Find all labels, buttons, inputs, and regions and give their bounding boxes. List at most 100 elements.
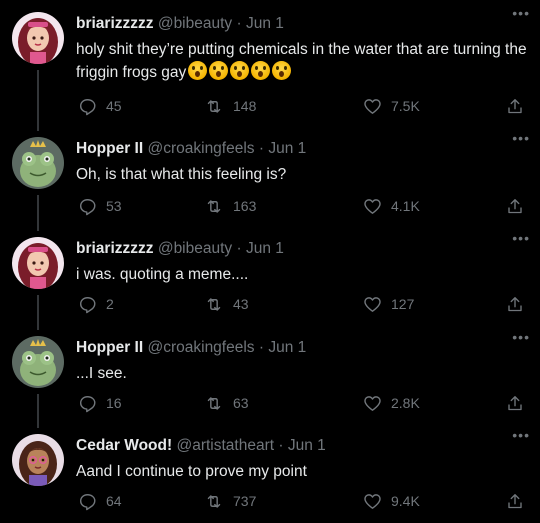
tweet[interactable]: Hopper II @croakingfeels · Jun 1 Oh, is … <box>0 125 540 225</box>
retweet-icon <box>207 100 221 113</box>
display-name[interactable]: Hopper II <box>76 140 143 157</box>
tweet-date[interactable]: Jun 1 <box>268 140 306 157</box>
share-button[interactable] <box>506 292 524 314</box>
more-options-icon[interactable]: ••• <box>512 231 530 245</box>
screaming-face-emoji-icon <box>188 61 208 80</box>
thread-line <box>37 225 39 231</box>
heart-icon <box>364 98 381 114</box>
retweet-button[interactable]: 163 <box>204 194 256 216</box>
display-name[interactable]: briarizzzzz <box>76 15 154 32</box>
frog-prince-avatar[interactable] <box>12 336 64 388</box>
screaming-face-emoji-icon <box>272 61 292 80</box>
share-button[interactable] <box>506 194 524 216</box>
reply-button[interactable]: 64 <box>78 489 122 511</box>
share-icon <box>508 493 522 508</box>
like-button[interactable]: 4.1K <box>363 194 420 216</box>
reply-button[interactable]: 16 <box>78 391 122 413</box>
separator: · <box>236 15 242 32</box>
like-button[interactable]: 2.8K <box>363 391 420 413</box>
screaming-face-emoji-icon <box>230 61 250 80</box>
like-button[interactable]: 127 <box>363 292 414 314</box>
like-button[interactable]: 9.4K <box>363 489 420 511</box>
heart-icon <box>364 296 381 312</box>
retweet-count: 148 <box>233 98 257 115</box>
share-button[interactable] <box>506 489 524 511</box>
tweet-content: briarizzzzz @bibeauty · Jun 1 i was. quo… <box>76 237 528 286</box>
tweet-text: Aand I continue to prove my point <box>76 463 307 480</box>
reply-button[interactable]: 45 <box>78 94 122 116</box>
share-icon <box>508 296 522 311</box>
tweet-text: Oh, is that what this feeling is? <box>76 166 287 183</box>
tweet[interactable]: Cedar Wood! @artistatheart · Jun 1 Aand … <box>0 422 540 523</box>
tweet-date[interactable]: Jun 1 <box>246 15 284 32</box>
display-name[interactable]: briarizzzzz <box>76 240 154 257</box>
reply-count: 64 <box>106 493 122 510</box>
retweet-count: 163 <box>233 198 257 215</box>
tweet[interactable]: briarizzzzz @bibeauty · Jun 1 holy shit … <box>0 0 540 125</box>
more-options-icon[interactable]: ••• <box>512 428 530 442</box>
briar-avatar[interactable] <box>12 12 64 64</box>
user-handle[interactable]: @croakingfeels <box>147 140 254 157</box>
display-name[interactable]: Cedar Wood! <box>76 437 172 454</box>
thread-line <box>37 422 39 428</box>
thread-line <box>37 195 39 225</box>
retweet-icon <box>207 298 221 311</box>
separator: · <box>258 140 265 157</box>
tweet-text: holy shit they’re putting chemicals in t… <box>76 39 528 84</box>
reply-count: 2 <box>106 296 114 313</box>
separator: · <box>278 437 284 454</box>
screaming-face-emoji-icon <box>209 61 229 80</box>
display-name[interactable]: Hopper II <box>76 339 143 356</box>
user-handle[interactable]: @croakingfeels <box>147 339 254 356</box>
tweet-header: briarizzzzz @bibeauty · Jun 1 <box>76 237 528 261</box>
tweet-content: Hopper II @croakingfeels · Jun 1 ...I se… <box>76 336 528 385</box>
reply-button[interactable]: 53 <box>78 194 122 216</box>
thread-line <box>37 125 39 131</box>
tweet[interactable]: Hopper II @croakingfeels · Jun 1 ...I se… <box>0 324 540 422</box>
frog-prince-avatar[interactable] <box>12 137 64 189</box>
retweet-button[interactable]: 63 <box>204 391 249 413</box>
share-icon <box>508 198 522 213</box>
tweet-actions: 64 737 9.4K <box>76 489 524 511</box>
tweet-actions: 53 163 4.1K <box>76 194 524 216</box>
user-handle[interactable]: @bibeauty <box>158 15 232 32</box>
heart-icon <box>364 198 381 214</box>
user-handle[interactable]: @bibeauty <box>158 240 232 257</box>
like-count: 4.1K <box>391 198 420 215</box>
tweet-text: ...I see. <box>76 365 127 382</box>
tweet-date[interactable]: Jun 1 <box>268 339 306 356</box>
like-count: 127 <box>391 296 415 313</box>
retweet-button[interactable]: 148 <box>204 94 256 116</box>
tweet[interactable]: briarizzzzz @bibeauty · Jun 1 i was. quo… <box>0 225 540 324</box>
tweet-text: i was. quoting a meme.... <box>76 266 249 283</box>
retweet-count: 43 <box>233 296 249 313</box>
tweet-content: briarizzzzz @bibeauty · Jun 1 holy shit … <box>76 12 528 84</box>
cedar-avatar[interactable] <box>12 434 64 486</box>
briar-avatar[interactable] <box>12 237 64 289</box>
heart-icon <box>364 493 381 509</box>
retweet-icon <box>207 200 221 213</box>
share-button[interactable] <box>506 391 524 413</box>
more-options-icon[interactable]: ••• <box>512 131 530 145</box>
tweet-date[interactable]: Jun 1 <box>288 437 326 454</box>
retweet-icon <box>207 495 221 508</box>
share-button[interactable] <box>506 94 524 116</box>
tweet-header: briarizzzzz @bibeauty · Jun 1 <box>76 12 528 36</box>
tweet-header: Cedar Wood! @artistatheart · Jun 1 <box>76 434 528 458</box>
retweet-button[interactable]: 737 <box>204 489 256 511</box>
more-options-icon[interactable]: ••• <box>512 330 530 344</box>
reply-button[interactable]: 2 <box>78 292 114 314</box>
tweet-content: Hopper II @croakingfeels · Jun 1 Oh, is … <box>76 137 528 186</box>
user-handle[interactable]: @artistatheart <box>176 437 274 454</box>
reply-count: 45 <box>106 98 122 115</box>
reply-count: 53 <box>106 198 122 215</box>
reply-icon <box>79 395 96 413</box>
like-count: 2.8K <box>391 395 420 412</box>
reply-icon <box>79 98 96 116</box>
tweet-date[interactable]: Jun 1 <box>246 240 284 257</box>
retweet-button[interactable]: 43 <box>204 292 249 314</box>
more-options-icon[interactable]: ••• <box>512 6 530 20</box>
tweet-thread: briarizzzzz @bibeauty · Jun 1 holy shit … <box>0 0 540 523</box>
like-button[interactable]: 7.5K <box>363 94 420 116</box>
retweet-count: 737 <box>233 493 257 510</box>
